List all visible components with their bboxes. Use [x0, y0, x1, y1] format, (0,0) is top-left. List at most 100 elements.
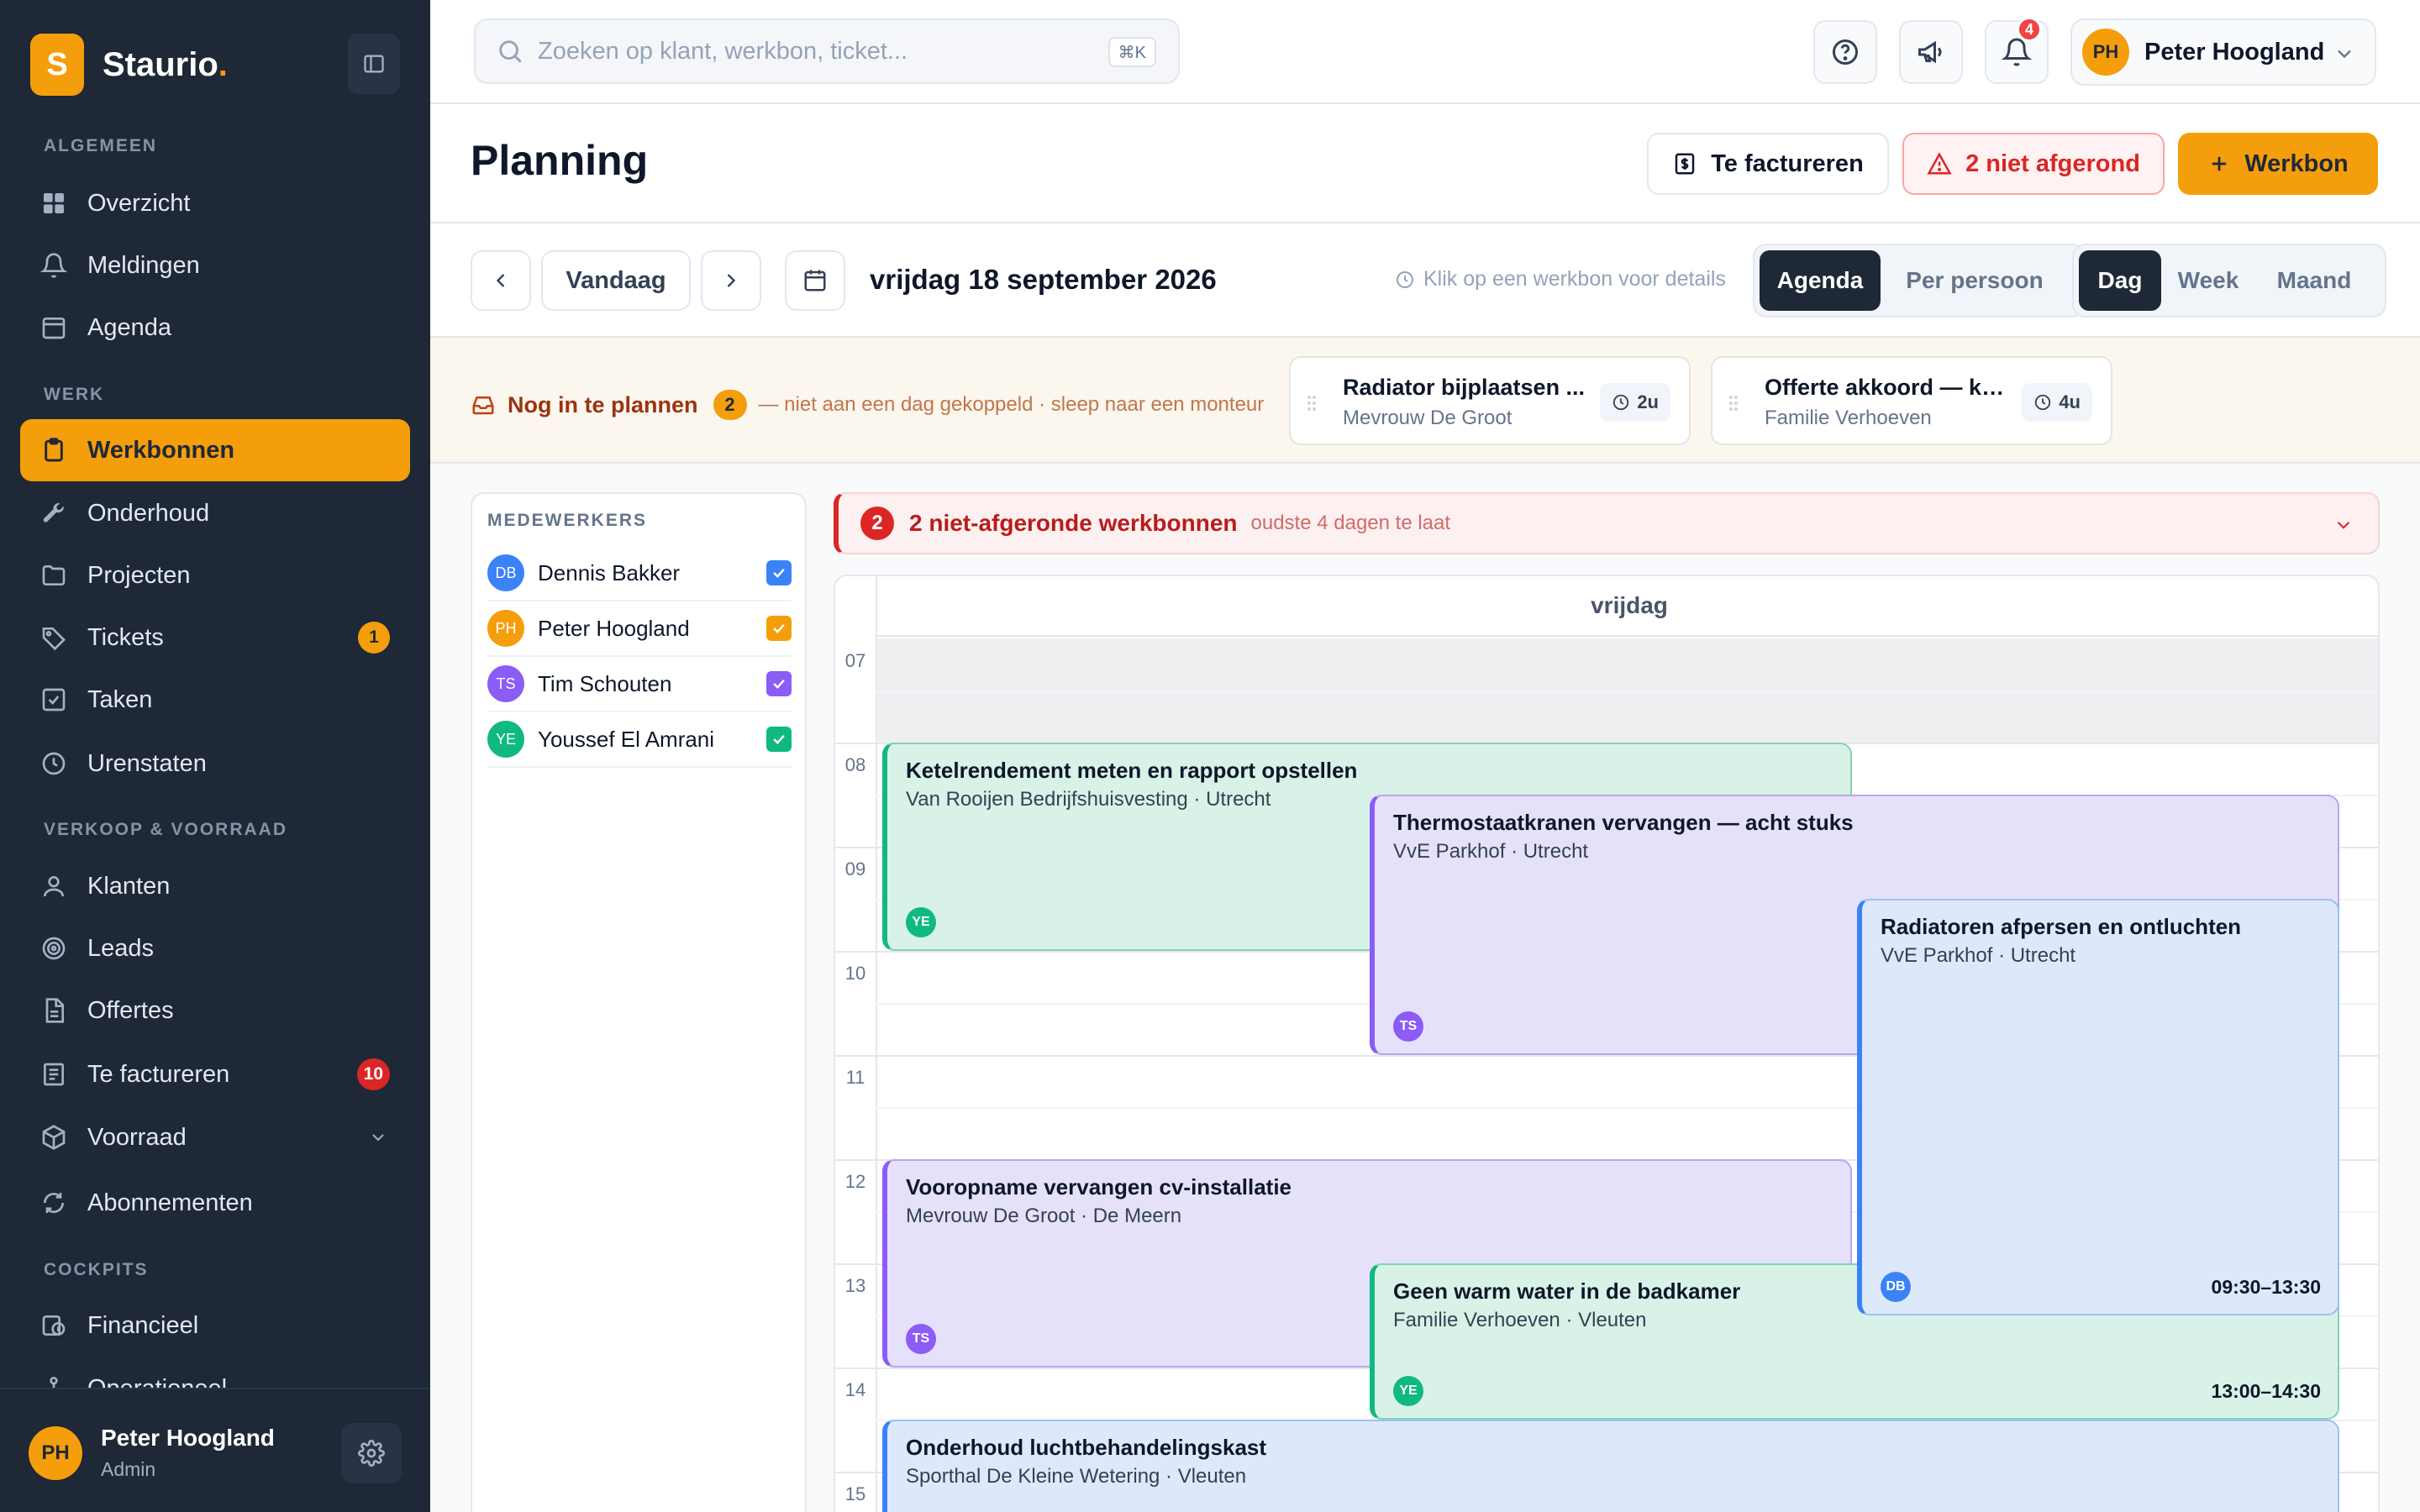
sidebar-item-label: Voorraad	[87, 1123, 187, 1151]
new-workorder-button[interactable]: Werkbon	[2178, 133, 2378, 195]
sidebar-item-werkbonnen[interactable]: Werkbonnen	[20, 419, 410, 481]
event-subtitle: VvE Parkhof · Utrecht	[1881, 944, 2076, 967]
tab-agenda[interactable]: Agenda	[1760, 250, 1881, 311]
box-icon	[39, 1122, 69, 1152]
duration-badge: 2u	[1600, 383, 1670, 422]
plus-icon	[2212, 156, 2227, 171]
sidebar-item-meldingen[interactable]: Meldingen	[20, 234, 410, 297]
employee-row[interactable]: DB Dennis Bakker	[487, 546, 792, 601]
tag-icon	[39, 622, 69, 653]
sidebar-item-label: Te factureren	[87, 1060, 230, 1088]
to-invoice-button[interactable]: Te factureren	[1647, 133, 1889, 195]
employee-checkbox[interactable]	[766, 560, 792, 585]
employee-checkbox[interactable]	[766, 616, 792, 641]
hour-label: 14	[844, 1379, 866, 1400]
calendar-icon	[804, 270, 826, 291]
sidebar-item-overzicht[interactable]: Overzicht	[20, 172, 410, 234]
sidebar-item-label: Financieel	[87, 1311, 199, 1339]
chevron-right-icon	[727, 274, 736, 287]
sidebar-item-leads[interactable]: Leads	[20, 917, 410, 979]
alert-title: 2 niet-afgeronde werkbonnen	[909, 510, 1238, 536]
clock-icon	[1613, 394, 1629, 411]
drag-handle-icon[interactable]	[1728, 393, 1739, 413]
toolbar-hint: Klik op een werkbon voor details	[1395, 267, 1726, 291]
sidebar-item-label: Tickets	[87, 623, 164, 651]
sidebar-item-tickets[interactable]: Tickets 1	[20, 606, 410, 669]
section-label-verkoop: VERKOOP & VOORRAAD	[44, 820, 287, 839]
calendar-icon	[39, 312, 69, 343]
announcements-button[interactable]	[1899, 20, 1963, 84]
sidebar-item-urenstaten[interactable]: Urenstaten	[20, 732, 410, 795]
employee-row[interactable]: PH Peter Hoogland	[487, 601, 792, 657]
sidebar-collapse-button[interactable]	[348, 34, 400, 94]
clock-icon	[2035, 394, 2051, 411]
settings-button[interactable]	[341, 1423, 402, 1483]
chevron-down-icon[interactable]	[2333, 514, 2354, 536]
sidebar-item-agenda[interactable]: Agenda	[20, 297, 410, 359]
event-time: 09:30–13:30	[2211, 1276, 2321, 1298]
sidebar-item-voorraad[interactable]: Voorraad	[20, 1106, 410, 1168]
employee-checkbox[interactable]	[766, 727, 792, 752]
sidebar-item-financieel[interactable]: Financieel	[20, 1294, 410, 1357]
sidebar-item-projecten[interactable]: Projecten	[20, 544, 410, 606]
previous-day-button[interactable]	[471, 250, 531, 311]
search-input[interactable]	[538, 37, 1076, 66]
brand-logo[interactable]: S	[30, 34, 84, 96]
event-title: Thermostaatkranen vervangen — acht stuks	[1393, 810, 1854, 835]
sidebar-item-taken[interactable]: Taken	[20, 669, 410, 731]
today-button[interactable]: Vandaag	[541, 250, 691, 311]
avatar: DB	[1881, 1272, 1911, 1302]
unfinished-button[interactable]: 2 niet afgerond	[1902, 133, 2165, 195]
check-icon	[773, 568, 785, 578]
employee-row[interactable]: YE Youssef El Amrani	[487, 712, 792, 768]
avatar[interactable]: PH	[29, 1426, 82, 1480]
employee-checkbox[interactable]	[766, 671, 792, 696]
event-subtitle: VvE Parkhof · Utrecht	[1393, 840, 1589, 863]
event-title: Ketelrendement meten en rapport opstelle…	[906, 758, 1358, 783]
finance-icon	[39, 1310, 69, 1341]
sidebar-item-te-factureren[interactable]: Te factureren 10	[20, 1043, 410, 1105]
tab-dag[interactable]: Dag	[2079, 250, 2161, 311]
notifications-button[interactable]: 4	[1985, 17, 2049, 84]
search-icon	[499, 40, 522, 63]
event-title: Onderhoud luchtbehandelingskast	[906, 1435, 1267, 1460]
event-subtitle: Van Rooijen Bedrijfshuisvesting · Utrech…	[906, 788, 1271, 811]
warning-icon	[1927, 152, 1952, 175]
date-picker-button[interactable]	[785, 250, 845, 311]
section-label-cockpits: COCKPITS	[44, 1260, 149, 1279]
user-menu-button[interactable]: PH Peter Hoogland	[2070, 18, 2376, 86]
sidebar-item-label: Onderhoud	[87, 499, 210, 527]
alert-subtitle: oudste 4 dagen te laat	[1250, 512, 1451, 534]
unplanned-card[interactable]: Offerte akkoord — ke... Familie Verhoeve…	[1711, 356, 2112, 445]
tab-per-persoon[interactable]: Per persoon	[1881, 250, 2069, 311]
sidebar-item-label: Meldingen	[87, 251, 200, 279]
unplanned-card-customer: Familie Verhoeven	[1765, 407, 1932, 429]
unplanned-card[interactable]: Radiator bijplaatsen ... Mevrouw De Groo…	[1289, 356, 1691, 445]
sidebar-item-onderhoud[interactable]: Onderhoud	[20, 482, 410, 544]
sidebar-item-abonnementen[interactable]: Abonnementen	[20, 1172, 410, 1234]
help-button[interactable]	[1813, 20, 1877, 84]
employee-row[interactable]: TS Tim Schouten	[487, 657, 792, 712]
invoice-icon	[1675, 153, 1695, 175]
sidebar-item-klanten[interactable]: Klanten	[20, 855, 410, 917]
topbar: ⌘K 4 PH Peter Hoogland	[430, 0, 2420, 104]
workorder-event[interactable]: Onderhoud luchtbehandelingskast Sporthal…	[882, 1420, 2339, 1512]
next-day-button[interactable]	[701, 250, 761, 311]
wrench-icon	[39, 498, 69, 528]
employee-name: Peter Hoogland	[538, 615, 690, 641]
sidebar-item-offertes[interactable]: Offertes	[20, 979, 410, 1042]
tab-week[interactable]: Week	[2161, 250, 2255, 311]
search-box[interactable]: ⌘K	[474, 18, 1180, 84]
workorder-event[interactable]: Radiatoren afpersen en ontluchten VvE Pa…	[1857, 899, 2339, 1315]
hour-label: 15	[844, 1483, 866, 1504]
user-name: Peter Hoogland	[101, 1425, 275, 1451]
sidebar-item-label: Werkbonnen	[87, 436, 235, 464]
page-title: Planning	[471, 137, 649, 184]
sidebar-item-label: Offertes	[87, 996, 174, 1024]
avatar: DB	[487, 554, 524, 591]
unfinished-alert[interactable]: 2 2 niet-afgeronde werkbonnen oudste 4 d…	[834, 492, 2380, 554]
tab-maand[interactable]: Maand	[2255, 250, 2373, 311]
brand: S Staurio.	[30, 34, 400, 96]
duration-badge: 4u	[2022, 383, 2092, 422]
drag-handle-icon[interactable]	[1306, 393, 1318, 413]
